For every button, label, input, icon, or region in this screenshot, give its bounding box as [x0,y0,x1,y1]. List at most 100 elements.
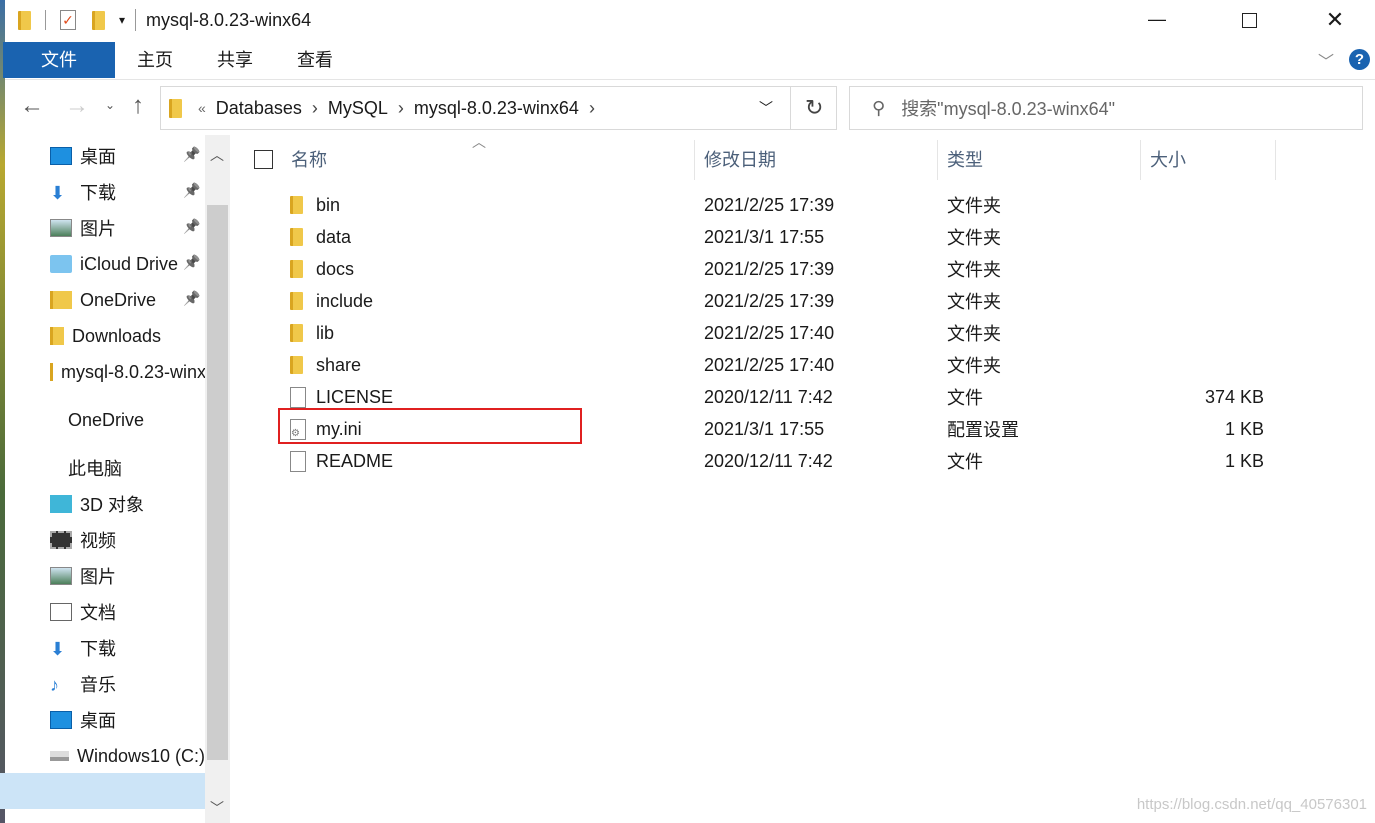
pin-icon[interactable]: 📌 [183,254,200,271]
file-date: 2021/3/1 17:55 [704,226,825,247]
expand-ribbon-icon[interactable]: ﹀ [1318,48,1334,72]
up-button[interactable]: ↑ [132,92,144,120]
back-button[interactable]: ← [20,92,44,120]
pin-icon[interactable]: 📌 [183,182,200,199]
tab-view[interactable]: 查看 [275,42,355,78]
tab-share[interactable]: 共享 [195,42,275,78]
search-input[interactable]: 搜索"mysql-8.0.23-winx64" [901,95,1115,121]
window-controls: — ✕ [1111,0,1375,40]
sidebar-item-pc[interactable]: Windows10 (C:) [50,740,205,772]
3d-objects-icon [50,495,72,513]
breadcrumb-current[interactable]: mysql-8.0.23-winx64 [414,98,579,119]
help-icon[interactable]: ? [1349,49,1370,70]
pin-icon[interactable]: 📌 [183,290,200,307]
file-row[interactable]: share 2021/2/25 17:40 文件夹 [240,349,1280,381]
file-name: data [316,226,352,247]
file-date: 2021/2/25 17:39 [704,258,835,279]
tab-file[interactable]: 文件 [3,42,115,78]
file-type: 文件夹 [947,228,1001,248]
sidebar-item-pc[interactable]: 视频 [50,524,205,556]
pin-icon[interactable]: 📌 [183,146,200,163]
sidebar-item-quick[interactable]: 桌面 [50,140,205,172]
sidebar-item-label: 图片 [80,567,116,587]
file-row[interactable]: docs 2021/2/25 17:39 文件夹 [240,253,1280,285]
file-row[interactable]: lib 2021/2/25 17:40 文件夹 [240,317,1280,349]
column-header-date[interactable]: 修改日期 [704,140,776,178]
file-row[interactable]: include 2021/2/25 17:39 文件夹 [240,285,1280,317]
customize-toolbar-icon[interactable]: ▾ [119,13,125,27]
sidebar-item-label: 此电脑 [68,459,122,479]
file-row[interactable]: bin 2021/2/25 17:39 文件夹 [240,189,1280,221]
sidebar-item-pc[interactable]: 桌面 [50,704,205,736]
file-date: 2021/2/25 17:39 [704,194,835,215]
sidebar-item-pc[interactable]: ♪ 音乐 [50,668,205,700]
sidebar-item-label: Downloads [72,325,162,346]
sidebar-item-label: 视频 [80,531,116,551]
sidebar-item-quick[interactable]: OneDrive [50,284,205,316]
column-header-type[interactable]: 类型 [947,140,983,178]
file-name: LICENSE [316,386,394,407]
this-pc-icon [38,459,60,477]
properties-icon[interactable]: ✓ [60,10,76,30]
minimize-button[interactable]: — [1111,0,1203,40]
sidebar-item-label: 桌面 [80,147,116,167]
address-bar[interactable]: « Databases › MySQL › mysql-8.0.23-winx6… [160,86,837,130]
scroll-up-icon[interactable]: ︿ [210,145,224,165]
icloud-folder-icon [50,255,72,273]
sidebar-item-label: Windows10 (C:) [76,745,205,766]
sidebar-item-quick[interactable]: ⬇ 下载 [50,176,205,208]
folder-icon [18,10,31,30]
select-all-checkbox[interactable] [254,140,273,178]
sidebar-item-label: 下载 [80,639,116,659]
sidebar-scroll-thumb[interactable] [207,205,228,760]
column-header-name[interactable]: 名称 [291,140,327,178]
file-row[interactable]: data 2021/3/1 17:55 文件夹 [240,221,1280,253]
pictures-icon [50,567,72,585]
sidebar-item-pc[interactable]: ⬇ 下载 [50,632,205,664]
watermark: https://blog.csdn.net/qq_40576301 [1136,796,1367,813]
sidebar-item-label: OneDrive [68,409,145,430]
pin-icon[interactable]: 📌 [183,218,200,235]
breadcrumb-databases[interactable]: Databases [216,98,302,119]
file-type: 文件夹 [947,356,1001,376]
file-date: 2021/2/25 17:40 [704,354,835,375]
file-icon [290,450,306,472]
sidebar-item-label: mysql-8.0.23-winx64 [61,361,205,382]
tab-home[interactable]: 主页 [115,42,195,78]
forward-button[interactable]: → [65,92,89,120]
search-box[interactable]: ⚲ 搜索"mysql-8.0.23-winx64" [849,86,1363,130]
download-icon: ⬇ [50,639,66,659]
sidebar-item-quick[interactable]: 图片 [50,212,205,244]
sidebar-item-quick[interactable]: Downloads [50,320,205,352]
sidebar-item-pc[interactable]: 文档 [50,596,205,628]
file-date: 2021/2/25 17:40 [704,322,835,343]
sidebar-selected-bg [0,773,205,809]
sidebar-item-quick[interactable]: mysql-8.0.23-winx64 [50,356,205,388]
sidebar-item-this-pc[interactable]: 此电脑 [38,452,205,484]
file-type: 文件夹 [947,292,1001,312]
breadcrumb-mysql[interactable]: MySQL [328,98,388,119]
sidebar-item-quick[interactable]: iCloud Drive [50,248,205,280]
recent-locations-icon[interactable]: ⌄ [105,98,115,112]
onedrive-folder-icon [50,291,72,309]
sidebar-item-label: 图片 [80,219,116,239]
ribbon-tabs: 文件 主页 共享 查看 [3,42,355,78]
close-button[interactable]: ✕ [1295,0,1375,40]
new-folder-icon[interactable] [92,10,105,30]
folder-icon [169,98,182,118]
sidebar-item-pc[interactable]: 3D 对象 [50,488,205,520]
file-name: lib [316,322,335,343]
file-type: 配置设置 [947,420,1019,440]
sidebar-item-pc[interactable]: 图片 [50,560,205,592]
breadcrumb-overflow[interactable]: « [198,100,206,116]
address-dropdown-icon[interactable]: ﹀ [759,98,773,118]
file-row[interactable]: README 2020/12/11 7:42 文件 1 KB [240,445,1280,477]
maximize-button[interactable] [1203,0,1295,40]
sidebar-item-label: 3D 对象 [80,495,145,515]
column-header-size[interactable]: 大小 [1150,140,1186,178]
sidebar-item-onedrive[interactable]: OneDrive [38,404,205,436]
highlight-box [278,408,582,444]
scroll-down-icon[interactable]: ﹀ [210,798,224,818]
refresh-button[interactable]: ↻ [805,95,823,121]
file-name: bin [316,194,341,215]
